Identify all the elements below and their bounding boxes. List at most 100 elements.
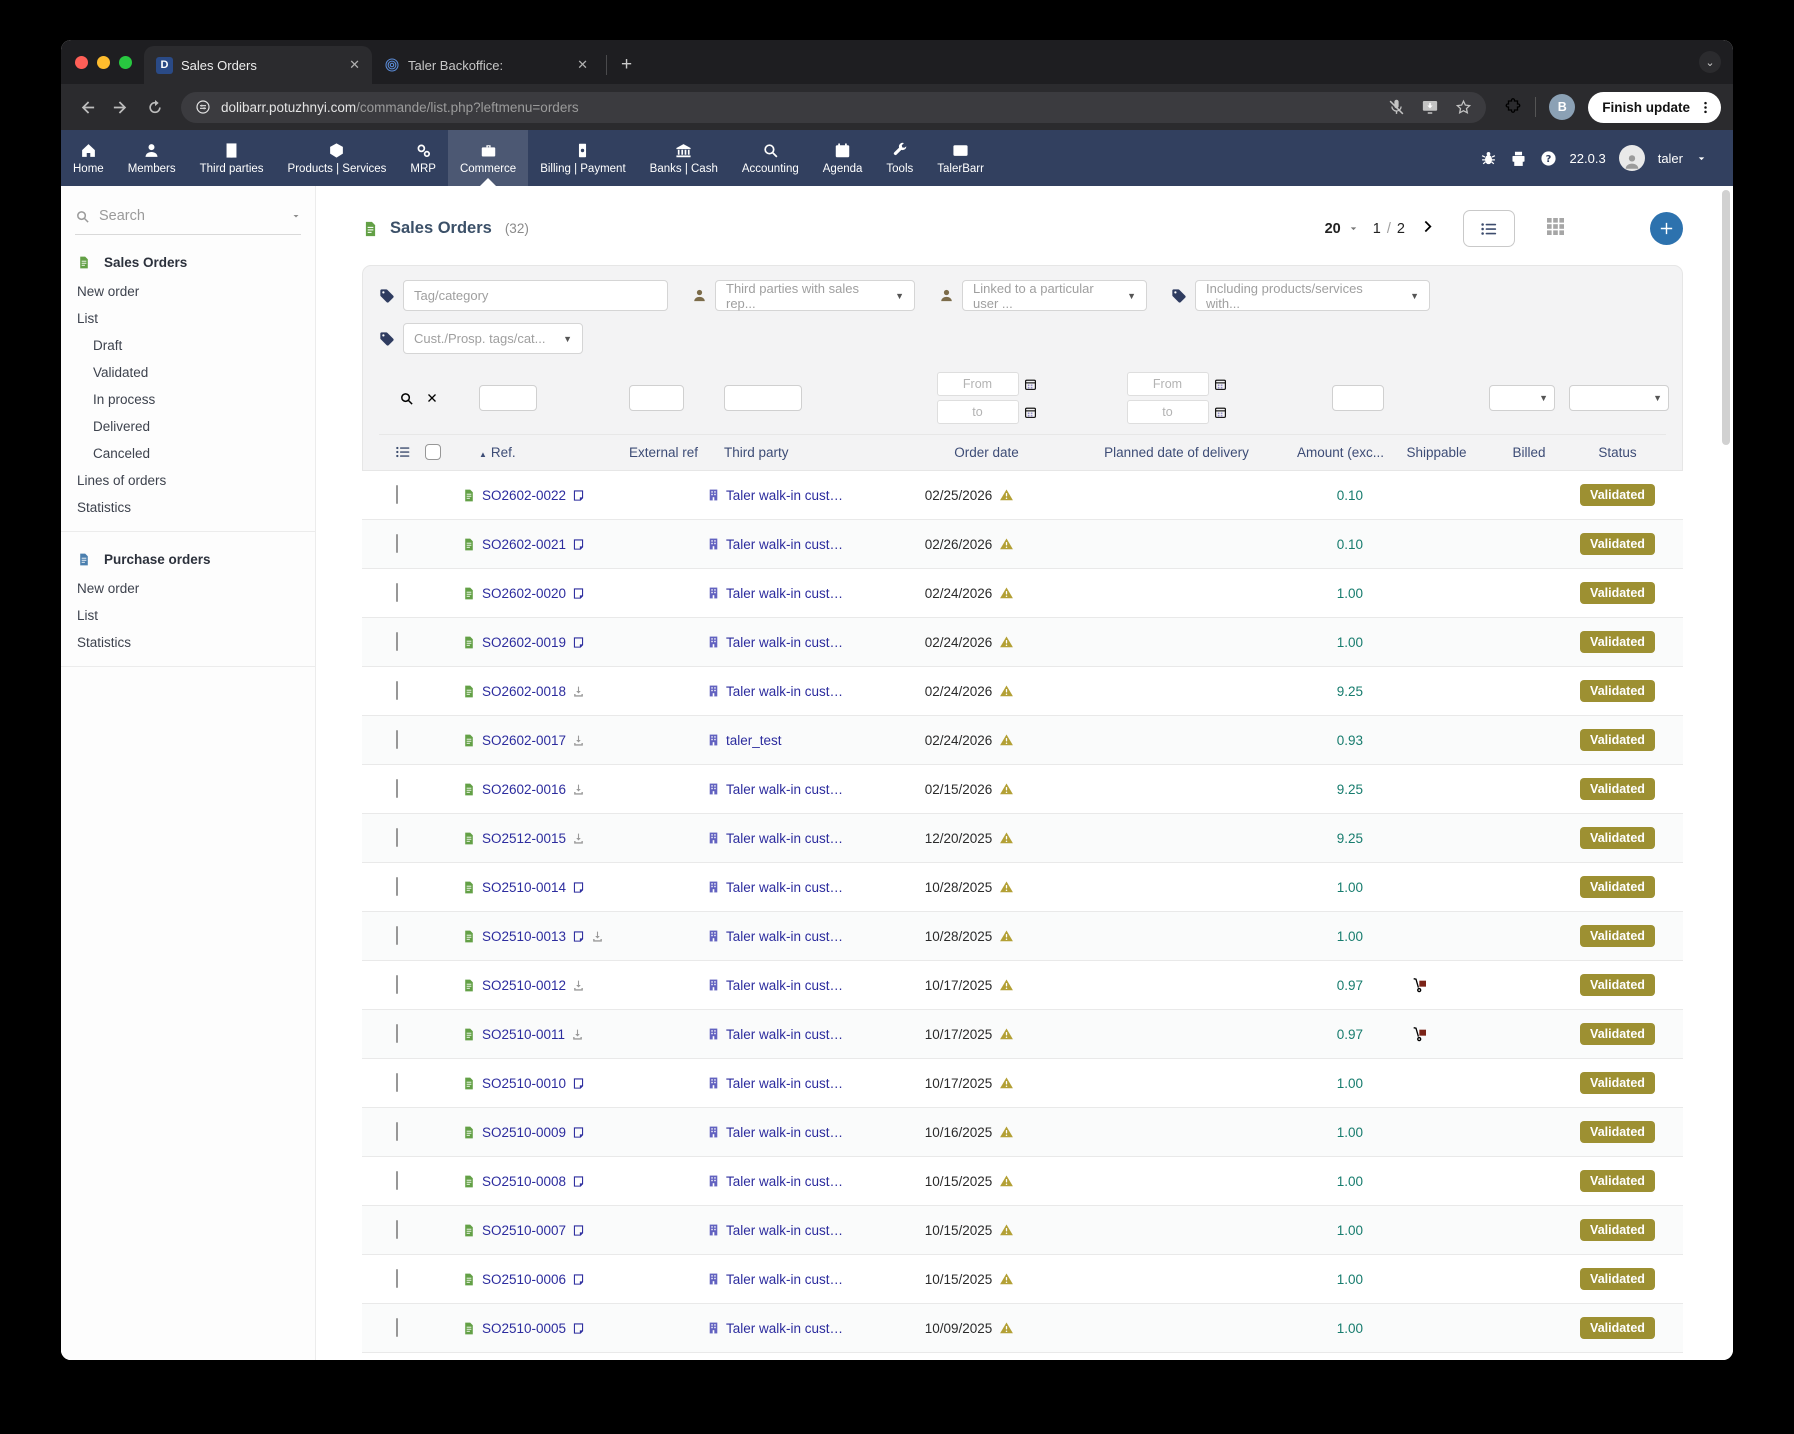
note-icon[interactable]	[572, 1273, 585, 1286]
run-search-icon[interactable]	[399, 391, 414, 406]
tab-sales-orders[interactable]: D Sales Orders ✕	[144, 46, 372, 84]
note-icon[interactable]	[572, 489, 585, 502]
third-party-link[interactable]: Taler walk-in cust…	[707, 929, 887, 944]
tab-close-icon[interactable]: ✕	[349, 57, 360, 73]
order-ref-link[interactable]: SO2510-0013	[462, 929, 612, 944]
note-icon[interactable]	[572, 587, 585, 600]
order-ref-link[interactable]: SO2510-0012	[462, 978, 612, 993]
nav-item-products-services[interactable]: Products | Services	[276, 130, 399, 186]
note-icon[interactable]	[572, 881, 585, 894]
third-party-link[interactable]: Taler walk-in cust…	[707, 1321, 887, 1336]
list-options-icon[interactable]	[395, 444, 411, 460]
nav-item-billing-payment[interactable]: Billing | Payment	[528, 130, 637, 186]
next-page-button[interactable]	[1420, 219, 1435, 239]
order-ref-link[interactable]: SO2510-0006	[462, 1272, 612, 1287]
row-checkbox[interactable]	[396, 779, 398, 798]
list-view-button[interactable]	[1463, 210, 1515, 247]
reload-icon[interactable]	[141, 99, 169, 116]
sidebar-search[interactable]: Search	[75, 208, 301, 235]
third-party-link[interactable]: Taler walk-in cust…	[707, 635, 887, 650]
header-external-ref[interactable]: External ref	[629, 445, 724, 460]
new-tab-button[interactable]: +	[621, 54, 632, 76]
sidebar-item-in-process[interactable]: In process	[61, 386, 315, 413]
download-icon[interactable]	[572, 979, 585, 992]
search-caret-icon[interactable]	[291, 211, 301, 221]
cust-prosp-tags-select[interactable]: Cust./Prosp. tags/cat...▼	[403, 323, 583, 354]
calendar-icon[interactable]	[1024, 378, 1037, 391]
user-menu-caret-icon[interactable]	[1696, 153, 1707, 164]
help-icon[interactable]	[1540, 150, 1557, 167]
user-name[interactable]: taler	[1658, 151, 1683, 166]
page-size-select[interactable]: 20	[1325, 221, 1359, 237]
sidebar-item-statistics[interactable]: Statistics	[61, 629, 315, 656]
tag-category-input[interactable]: Tag/category	[403, 280, 668, 311]
tab-taler-backoffice[interactable]: Taler Backoffice: ✕	[372, 46, 600, 84]
order-ref-link[interactable]: SO2510-0010	[462, 1076, 612, 1091]
note-icon[interactable]	[572, 1322, 585, 1335]
bookmark-star-icon[interactable]	[1455, 99, 1472, 116]
nav-item-agenda[interactable]: Agenda	[811, 130, 875, 186]
order-ref-link[interactable]: SO2602-0022	[462, 488, 612, 503]
download-icon[interactable]	[572, 685, 585, 698]
third-party-link[interactable]: Taler walk-in cust…	[707, 1223, 887, 1238]
order-ref-link[interactable]: SO2510-0011	[462, 1027, 612, 1042]
row-checkbox[interactable]	[396, 534, 398, 553]
nav-item-talerbarr[interactable]: TalerBarr	[925, 130, 996, 186]
note-icon[interactable]	[572, 1077, 585, 1090]
extensions-icon[interactable]	[1504, 98, 1522, 116]
header-status[interactable]: Status	[1569, 445, 1666, 460]
download-icon[interactable]	[572, 832, 585, 845]
sidebar-section-title[interactable]: Sales Orders	[61, 251, 315, 278]
select-all-checkbox[interactable]	[425, 444, 441, 460]
header-amount[interactable]: Amount (exc...	[1284, 445, 1384, 460]
row-checkbox[interactable]	[396, 681, 398, 700]
address-bar[interactable]: dolibarr.potuzhnyi.com/commande/list.php…	[181, 92, 1486, 123]
row-checkbox[interactable]	[396, 1024, 398, 1043]
sales-rep-select[interactable]: Third parties with sales rep...▼	[715, 280, 915, 311]
order-ref-link[interactable]: SO2602-0020	[462, 586, 612, 601]
chrome-menu-icon[interactable]	[1698, 100, 1713, 115]
order-ref-link[interactable]: SO2510-0005	[462, 1321, 612, 1336]
row-checkbox[interactable]	[396, 1220, 398, 1239]
sidebar-item-validated[interactable]: Validated	[61, 359, 315, 386]
products-services-select[interactable]: Including products/services with...▼	[1195, 280, 1430, 311]
sidebar-item-list[interactable]: List	[61, 602, 315, 629]
search-amount-input[interactable]	[1332, 385, 1384, 411]
user-avatar[interactable]	[1619, 145, 1645, 171]
forward-icon[interactable]	[107, 98, 135, 117]
third-party-link[interactable]: Taler walk-in cust…	[707, 978, 887, 993]
sidebar-item-canceled[interactable]: Canceled	[61, 440, 315, 467]
shippable-icon[interactable]	[1412, 977, 1428, 993]
sidebar-item-new-order[interactable]: New order	[61, 278, 315, 305]
download-icon[interactable]	[591, 930, 604, 943]
note-icon[interactable]	[572, 538, 585, 551]
row-checkbox[interactable]	[396, 1269, 398, 1288]
order-ref-link[interactable]: SO2512-0015	[462, 831, 612, 846]
close-window-button[interactable]	[75, 56, 88, 69]
third-party-link[interactable]: Taler walk-in cust…	[707, 1272, 887, 1287]
row-checkbox[interactable]	[396, 877, 398, 896]
order-ref-link[interactable]: SO2602-0018	[462, 684, 612, 699]
nav-item-commerce[interactable]: Commerce	[448, 130, 528, 186]
sidebar-item-list[interactable]: List	[61, 305, 315, 332]
note-icon[interactable]	[572, 930, 585, 943]
third-party-link[interactable]: Taler walk-in cust…	[707, 831, 887, 846]
sidebar-item-lines-of-orders[interactable]: Lines of orders	[61, 467, 315, 494]
order-date-from-input[interactable]: From	[937, 372, 1019, 396]
order-ref-link[interactable]: SO2510-0007	[462, 1223, 612, 1238]
third-party-link[interactable]: Taler walk-in cust…	[707, 1125, 887, 1140]
order-ref-link[interactable]: SO2602-0016	[462, 782, 612, 797]
third-party-link[interactable]: Taler walk-in cust…	[707, 1174, 887, 1189]
header-ref[interactable]: ▲Ref.	[479, 445, 629, 460]
kanban-view-button[interactable]	[1547, 218, 1564, 240]
shippable-icon[interactable]	[1412, 1026, 1428, 1042]
header-billed[interactable]: Billed	[1489, 445, 1569, 460]
row-checkbox[interactable]	[396, 1171, 398, 1190]
row-checkbox[interactable]	[396, 1318, 398, 1337]
linked-user-select[interactable]: Linked to a particular user ...▼	[962, 280, 1147, 311]
third-party-link[interactable]: Taler walk-in cust…	[707, 586, 887, 601]
maximize-window-button[interactable]	[119, 56, 132, 69]
note-icon[interactable]	[572, 1175, 585, 1188]
third-party-link[interactable]: Taler walk-in cust…	[707, 782, 887, 797]
back-icon[interactable]	[73, 98, 101, 117]
